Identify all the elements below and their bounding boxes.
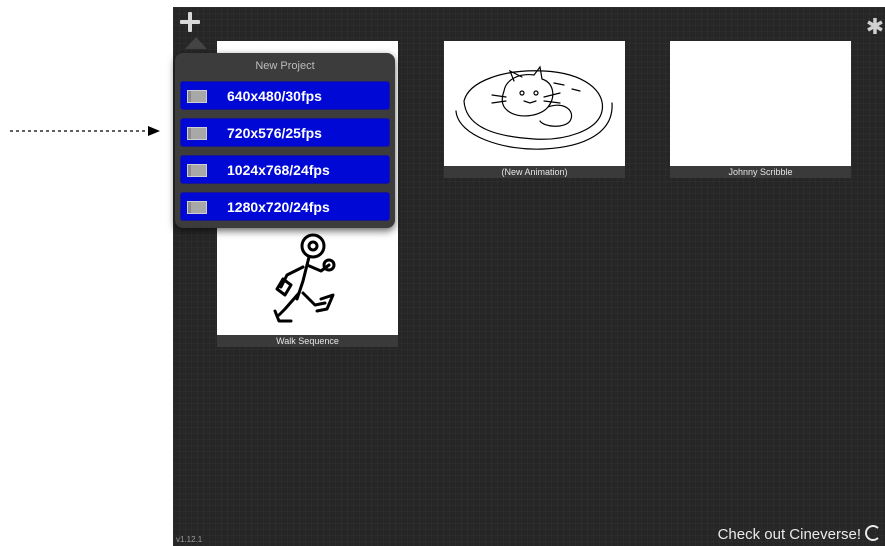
frame-icon — [187, 127, 207, 140]
cineverse-logo-icon — [865, 525, 881, 541]
format-label: 1280x720/24fps — [227, 199, 330, 215]
project-card-johnny-scribble[interactable]: Johnny Scribble — [670, 41, 851, 178]
popover-title: New Project — [255, 60, 315, 72]
format-option-1024x768[interactable]: 1024x768/24fps — [180, 155, 390, 184]
format-label: 640x480/30fps — [227, 88, 322, 104]
cat-sketch-thumbnail — [455, 65, 613, 150]
app-canvas: ✱ Walk Sequence (New Animation) Johnny S… — [173, 7, 885, 546]
cineverse-link[interactable]: Check out Cineverse! — [718, 525, 881, 543]
format-label: 1024x768/24fps — [227, 162, 330, 178]
frame-icon — [187, 90, 207, 103]
project-card-new-animation[interactable]: (New Animation) — [444, 41, 625, 178]
cineverse-link-label: Check out Cineverse! — [717, 526, 861, 543]
new-project-popover: New Project 640x480/30fps 720x576/25fps … — [175, 53, 395, 228]
project-title: Johnny Scribble — [670, 166, 851, 178]
frame-icon — [187, 164, 207, 177]
project-title: (New Animation) — [444, 166, 625, 178]
format-option-640x480[interactable]: 640x480/30fps — [180, 81, 390, 110]
settings-gear-icon[interactable]: ✱ — [865, 16, 885, 38]
project-title: Walk Sequence — [217, 335, 398, 347]
add-project-plus-icon[interactable] — [179, 11, 201, 33]
format-label: 720x576/25fps — [227, 125, 322, 141]
frame-icon — [187, 201, 207, 214]
blank-thumbnail — [670, 41, 851, 166]
version-label: v1.12.1 — [176, 535, 203, 544]
format-option-720x576[interactable]: 720x576/25fps — [180, 118, 390, 147]
annotation-arrow — [10, 126, 160, 136]
format-option-1280x720[interactable]: 1280x720/24fps — [180, 192, 390, 221]
popover-pointer — [185, 37, 207, 49]
